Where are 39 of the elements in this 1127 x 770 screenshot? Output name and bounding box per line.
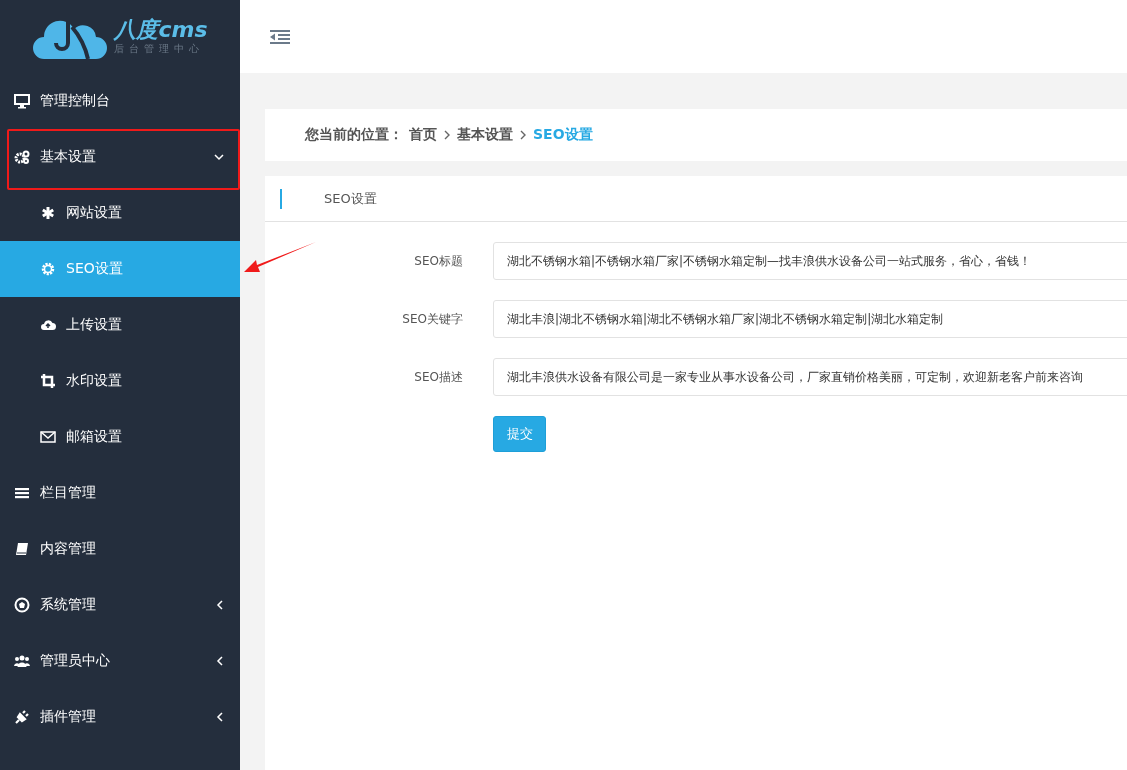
sidebar-item[interactable]: 基本设置 xyxy=(0,129,240,185)
text-field[interactable]: 湖北丰浪供水设备有限公司是一家专业从事水设备公司，厂家直销价格美丽，可定制，欢迎新老客户前来咨询 xyxy=(493,358,1127,396)
collapse-menu-icon[interactable] xyxy=(270,28,290,45)
envelope-icon xyxy=(40,429,56,445)
sidebar-subitem[interactable]: 上传设置 xyxy=(0,297,240,353)
field-label: SEO关键字 xyxy=(401,310,463,328)
soccer-ball-icon xyxy=(14,597,30,613)
gears-icon xyxy=(14,149,30,165)
logo-subtitle: 后台管理中心 xyxy=(114,41,205,56)
cloud-upload-icon xyxy=(40,317,56,333)
sidebar-item[interactable]: 管理员中心 xyxy=(0,633,240,689)
sidebar-item[interactable]: 栏目管理 xyxy=(0,465,240,521)
asterisk-icon xyxy=(40,205,56,221)
breadcrumb-link[interactable]: 基本设置 xyxy=(457,126,513,144)
card-title: SEO设置 xyxy=(324,189,377,208)
menu-icon xyxy=(14,485,30,501)
field-label: SEO标题 xyxy=(413,252,463,270)
crop-icon xyxy=(40,373,56,389)
text-field[interactable]: 湖北丰浪|湖北不锈钢水箱|湖北不锈钢水箱厂家|湖北不锈钢水箱定制|湖北水箱定制 xyxy=(493,300,1127,338)
breadcrumb-label: 您当前的位置： xyxy=(305,126,403,144)
monitor-icon xyxy=(14,93,30,109)
users-icon xyxy=(14,653,30,669)
sidebar-item[interactable]: 插件管理 xyxy=(0,689,240,745)
breadcrumb-current: SEO设置 xyxy=(533,126,593,144)
chevron-right-icon xyxy=(519,129,527,141)
sidebar-subitem[interactable]: 水印设置 xyxy=(0,353,240,409)
logo-title: 八度cms xyxy=(114,17,208,42)
field-label: SEO描述 xyxy=(413,368,463,386)
book-icon xyxy=(14,541,30,557)
chevron-right-icon xyxy=(443,129,451,141)
breadcrumb-link[interactable]: 首页 xyxy=(409,126,437,144)
sidebar-item[interactable]: 系统管理 xyxy=(0,577,240,633)
sidebar-item[interactable]: 内容管理 xyxy=(0,521,240,577)
sidebar-item[interactable]: 管理控制台 xyxy=(0,73,240,129)
sidebar-subitem[interactable]: 邮箱设置 xyxy=(0,409,240,465)
sidebar-subitem[interactable]: 网站设置 xyxy=(0,185,240,241)
text-field[interactable]: 湖北不锈钢水箱|不锈钢水箱厂家|不锈钢水箱定制—找丰浪供水设备公司一站式服务，省心，省钱！ xyxy=(493,242,1127,280)
plug-icon xyxy=(14,709,30,725)
gear-icon xyxy=(40,261,56,277)
